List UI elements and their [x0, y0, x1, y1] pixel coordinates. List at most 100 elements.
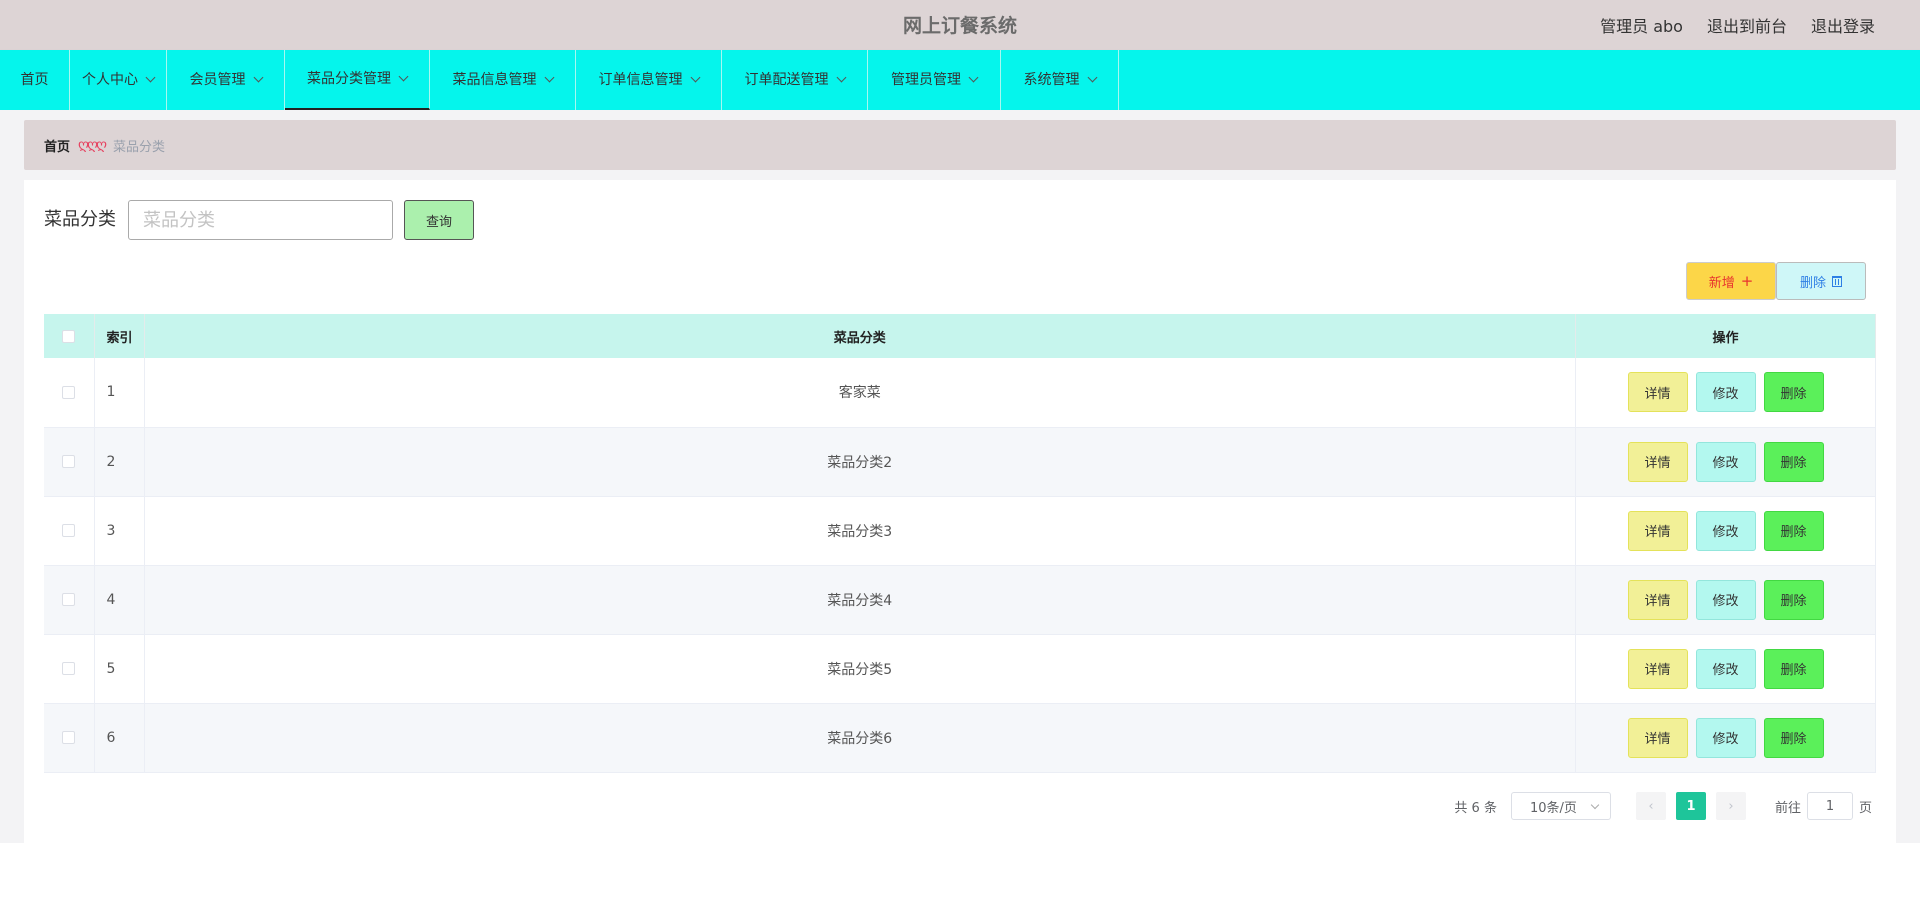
goto-prefix: 前往 — [1774, 800, 1801, 816]
row-actions: 详情 修改 删除 — [1576, 579, 1875, 620]
page-size-value: 10条/页 — [1529, 800, 1577, 816]
delete-button[interactable]: 删除 — [1763, 441, 1824, 482]
nav-item-dish-info-management[interactable]: 菜品信息管理 — [430, 50, 576, 110]
nav-item-label: 管理员管理 — [891, 72, 961, 88]
row-actions-cell: 详情 修改 删除 — [1575, 634, 1876, 704]
logout-link[interactable]: 退出登录 — [1811, 13, 1875, 37]
column-header-index: 索引 — [94, 314, 145, 358]
top-links: 管理员 abo 退出到前台 退出登录 — [1600, 0, 1875, 50]
row-actions: 详情 修改 删除 — [1576, 441, 1875, 482]
breadcrumb-current: 菜品分类 — [113, 139, 166, 155]
edit-button[interactable]: 修改 — [1695, 441, 1756, 482]
row-checkbox[interactable] — [62, 385, 76, 399]
breadcrumb: 首页 ღღღ 菜品分类 — [24, 120, 1896, 170]
next-page-button[interactable]: › — [1715, 792, 1746, 820]
main-panel: 菜品分类 查询 新增 + 删除 索引 菜品分类 操作 1客家菜详情修改删除2菜品… — [24, 180, 1896, 843]
chevron-down-icon — [398, 71, 409, 81]
edit-button[interactable]: 修改 — [1695, 579, 1756, 620]
delete-button[interactable]: 删除 — [1763, 372, 1824, 413]
plus-icon: + — [1740, 271, 1754, 290]
select-all-cell — [44, 314, 95, 358]
row-category-name: 菜品分类4 — [144, 565, 1576, 635]
goto-page: 前往 页 — [1775, 792, 1872, 820]
exit-to-front-link[interactable]: 退出到前台 — [1707, 13, 1787, 37]
detail-button[interactable]: 详情 — [1627, 441, 1688, 482]
row-checkbox-cell — [44, 703, 95, 773]
prev-page-button[interactable]: ‹ — [1635, 792, 1666, 820]
chevron-right-icon: › — [1728, 798, 1734, 814]
row-category-name: 菜品分类2 — [144, 427, 1576, 497]
row-category-name: 菜品分类6 — [144, 703, 1576, 773]
detail-button[interactable]: 详情 — [1627, 510, 1688, 551]
chevron-down-icon — [1087, 72, 1097, 82]
row-actions-cell: 详情 修改 删除 — [1575, 565, 1876, 635]
row-checkbox[interactable] — [62, 662, 76, 675]
delete-button[interactable]: 删除 — [1763, 648, 1824, 689]
table-row: 1 客家菜 详情 修改 删除 — [44, 358, 1876, 428]
chevron-down-icon — [253, 72, 263, 82]
delete-button[interactable]: 删除 — [1763, 717, 1824, 758]
nav-item-order-delivery-management[interactable]: 订单配送管理 — [722, 50, 868, 110]
goto-page-input[interactable] — [1806, 792, 1853, 820]
nav-item-label: 系统管理 — [1023, 72, 1080, 88]
chevron-down-icon — [690, 72, 700, 82]
row-index: 6 — [94, 703, 145, 773]
row-actions: 详情 修改 删除 — [1576, 648, 1875, 689]
row-checkbox[interactable] — [62, 593, 76, 606]
row-checkbox-cell — [44, 565, 95, 635]
breadcrumb-separator: ღღღ — [78, 137, 107, 153]
row-checkbox-cell — [44, 427, 95, 497]
detail-button[interactable]: 详情 — [1627, 372, 1688, 413]
page-size-select[interactable]: 10条/页 — [1510, 792, 1611, 820]
pagination: 共 6 条 10条/页 ‹ 1 › 前往 页 — [1454, 792, 1872, 820]
chevron-down-icon — [145, 72, 156, 82]
trash-icon — [1832, 275, 1842, 287]
row-checkbox-cell — [44, 634, 95, 704]
goto-suffix: 页 — [1858, 800, 1872, 816]
edit-button[interactable]: 修改 — [1695, 510, 1756, 551]
content-area: 首页 ღღღ 菜品分类 菜品分类 查询 新增 + 删除 索引 菜品分类 操作 1… — [0, 110, 1920, 843]
edit-button[interactable]: 修改 — [1695, 717, 1756, 758]
row-checkbox[interactable] — [62, 524, 76, 537]
nav-item-label: 菜品信息管理 — [452, 72, 537, 88]
row-checkbox[interactable] — [62, 455, 76, 468]
query-button[interactable]: 查询 — [404, 200, 474, 240]
chevron-down-icon — [968, 72, 979, 82]
row-actions-cell: 详情 修改 删除 — [1575, 358, 1876, 428]
select-all-checkbox[interactable] — [62, 329, 76, 343]
table-row: 4 菜品分类4 详情 修改 删除 — [44, 565, 1876, 635]
nav-item-home[interactable]: 首页 — [0, 50, 70, 110]
table-row: 2 菜品分类2 详情 修改 删除 — [44, 427, 1876, 497]
nav-item-order-info-management[interactable]: 订单信息管理 — [576, 50, 722, 110]
delete-button[interactable]: 删除 — [1763, 579, 1824, 620]
search-input[interactable] — [128, 200, 393, 240]
nav-item-label: 订单配送管理 — [744, 72, 829, 88]
row-actions: 详情 修改 删除 — [1576, 510, 1875, 551]
add-button-label: 新增 — [1708, 275, 1735, 291]
edit-button[interactable]: 修改 — [1695, 648, 1756, 689]
main-nav: 首页 个人中心 会员管理 菜品分类管理 菜品信息管理 订单信息管理 订单配送管理… — [0, 50, 1920, 110]
detail-button[interactable]: 详情 — [1627, 579, 1688, 620]
row-index: 4 — [94, 565, 145, 635]
column-header-category: 菜品分类 — [144, 314, 1576, 358]
detail-button[interactable]: 详情 — [1627, 648, 1688, 689]
edit-button[interactable]: 修改 — [1695, 372, 1756, 413]
add-button[interactable]: 新增 + — [1686, 262, 1776, 300]
nav-item-member-management[interactable]: 会员管理 — [167, 50, 285, 110]
batch-delete-button[interactable]: 删除 — [1776, 262, 1866, 300]
row-actions-cell: 详情 修改 删除 — [1575, 427, 1876, 497]
page-number-1[interactable]: 1 — [1675, 792, 1706, 820]
category-table: 索引 菜品分类 操作 1 客家菜 详情 修改 删除 2 菜品分类2 详情 修改 删除 3 菜品分类3 详… — [44, 314, 1876, 773]
table-row: 6 菜品分类6 详情 修改 删除 — [44, 703, 1876, 773]
nav-item-admin-management[interactable]: 管理员管理 — [868, 50, 1001, 110]
row-actions: 详情 修改 删除 — [1576, 372, 1875, 413]
nav-item-system-management[interactable]: 系统管理 — [1001, 50, 1119, 110]
row-checkbox[interactable] — [62, 731, 76, 744]
row-category-name: 客家菜 — [144, 358, 1576, 428]
detail-button[interactable]: 详情 — [1627, 717, 1688, 758]
delete-button[interactable]: 删除 — [1763, 510, 1824, 551]
nav-item-personal-center[interactable]: 个人中心 — [70, 50, 167, 110]
breadcrumb-home[interactable]: 首页 — [44, 136, 70, 155]
row-index: 3 — [94, 496, 145, 566]
nav-item-dish-category-management[interactable]: 菜品分类管理 — [285, 50, 430, 110]
